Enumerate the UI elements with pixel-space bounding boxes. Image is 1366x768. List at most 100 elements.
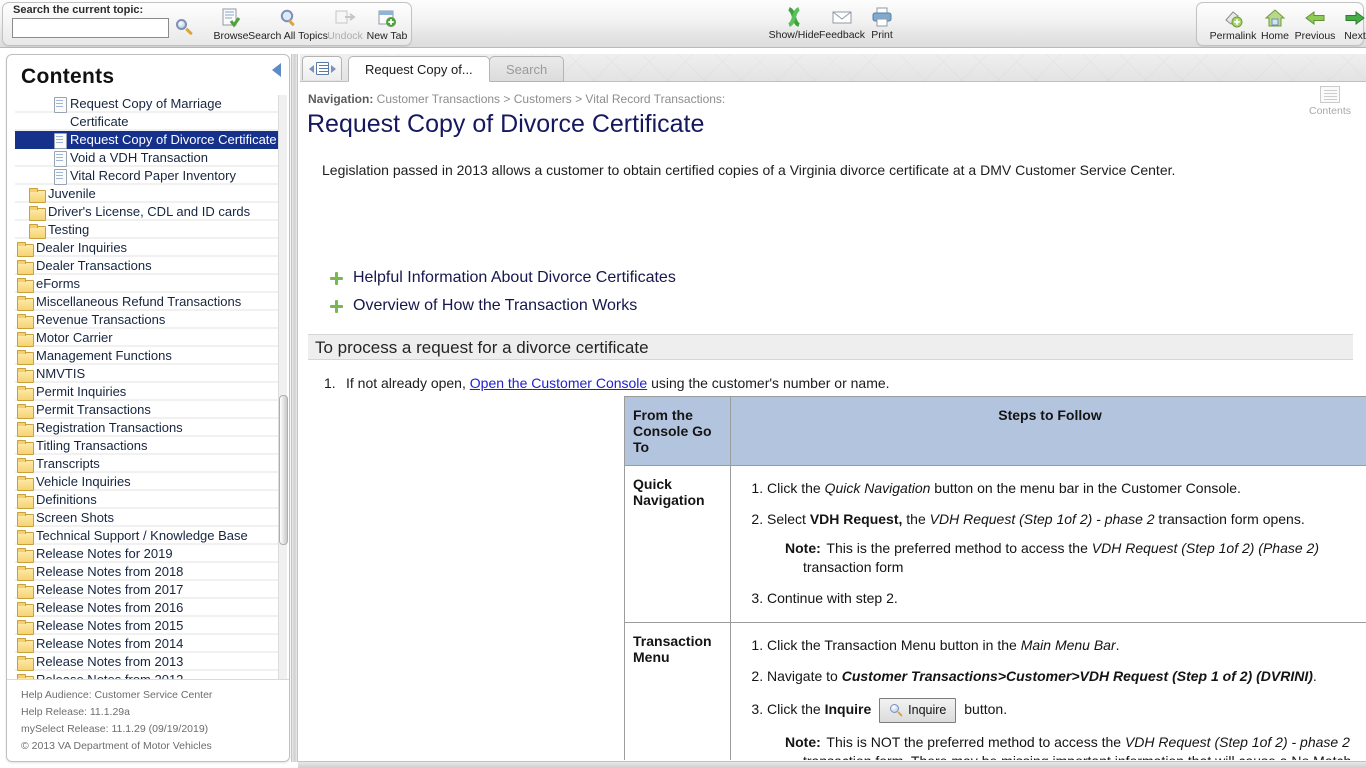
row-label-quick-navigation: Quick Navigation <box>624 465 731 623</box>
folder-icon <box>29 224 46 239</box>
folder-icon <box>17 458 34 473</box>
tree-item-dealer-inquiries[interactable]: Dealer Inquiries <box>15 239 283 257</box>
tree-item-request-copy-of-marriage-certificate[interactable]: Request Copy of Marriage Certificate <box>15 95 283 131</box>
tree-item-label: Dealer Inquiries <box>36 240 128 255</box>
folder-icon <box>17 296 34 311</box>
tree-item-release-notes-from-2014[interactable]: Release Notes from 2014 <box>15 635 283 653</box>
contents-tree-scroll-thumb[interactable] <box>279 395 288 545</box>
tree-item-registration-transactions[interactable]: Registration Transactions <box>15 419 283 437</box>
folder-icon <box>17 530 34 545</box>
sidebar-footer-line: © 2013 VA Department of Motor Vehicles <box>21 740 212 752</box>
breadcrumb: Navigation: Customer Transactions > Cust… <box>308 92 725 106</box>
list-item: Continue with step 2. <box>767 589 1359 608</box>
tree-item-label: Screen Shots <box>36 510 115 525</box>
toolbar-print-button[interactable]: Print <box>850 6 914 44</box>
tree-item-technical-support-knowledge-base[interactable]: Technical Support / Knowledge Base <box>15 527 283 545</box>
row-steps-transaction-menu: Click the Transaction Menu button in the… <box>730 622 1366 760</box>
section-heading: To process a request for a divorce certi… <box>315 338 649 357</box>
tree-item-label: Revenue Transactions <box>36 312 166 327</box>
tree-item-juvenile[interactable]: Juvenile <box>15 185 283 203</box>
contents-toggle-button[interactable]: Contents <box>1302 86 1358 117</box>
folder-icon <box>17 278 34 293</box>
search-go-icon[interactable] <box>175 19 193 37</box>
expander-overview[interactable]: Overview of How the Transaction Works <box>330 297 637 315</box>
contents-sidebar: Contents Request Copy of Marriage Certif… <box>6 54 290 762</box>
tree-item-transcripts[interactable]: Transcripts <box>15 455 283 473</box>
folder-icon <box>17 512 34 527</box>
breadcrumb-label: Navigation: <box>308 92 374 106</box>
step-one: 1. If not already open, Open the Customer… <box>324 375 1324 391</box>
tree-item-testing[interactable]: Testing <box>15 221 283 239</box>
tree-item-motor-carrier[interactable]: Motor Carrier <box>15 329 283 347</box>
search-icon <box>889 703 903 718</box>
breadcrumb-trail: Customer Transactions > Customers > Vita… <box>373 92 726 106</box>
contents-tree[interactable]: Request Copy of Marriage Certificate Requ… <box>15 95 283 735</box>
tree-item-label: Release Notes from 2015 <box>36 618 184 633</box>
tab-prev-arrow-icon[interactable] <box>308 64 314 73</box>
page-icon <box>53 169 67 185</box>
sidebar-footer-line: mySelect Release: 11.1.29 (09/19/2019) <box>21 723 209 735</box>
inquire-button[interactable]: Inquire <box>879 698 957 723</box>
horizontal-scrollbar[interactable] <box>298 761 1366 768</box>
list-item: Navigate to Customer Transactions>Custom… <box>767 667 1359 686</box>
tree-item-screen-shots[interactable]: Screen Shots <box>15 509 283 527</box>
sidebar-footer-line: Help Release: 11.1.29a <box>21 706 130 718</box>
open-customer-console-link[interactable]: Open the Customer Console <box>470 375 647 391</box>
tree-item-label: Release Notes for 2019 <box>36 546 173 561</box>
sidebar-footer: Help Audience: Customer Service Center He… <box>7 679 289 761</box>
tab-list-icon[interactable] <box>315 62 329 75</box>
toolbar-next-button[interactable]: Next <box>1323 7 1366 45</box>
tree-item-release-notes-from-2017[interactable]: Release Notes from 2017 <box>15 581 283 599</box>
toolbar-left-panel: Search the current topic: Browse Search … <box>2 2 412 46</box>
tree-item-miscellaneous-refund-transactions[interactable]: Miscellaneous Refund Transactions <box>15 293 283 311</box>
toolbar-new-tab-button[interactable]: New Tab <box>355 7 419 45</box>
search-input[interactable] <box>12 18 169 38</box>
folder-icon <box>17 584 34 599</box>
tab-request-copy[interactable]: Request Copy of... <box>348 56 490 82</box>
table-row: Transaction Menu Click the Transaction M… <box>624 622 1366 760</box>
tree-item-label: Dealer Transactions <box>36 258 152 273</box>
step-one-before: If not already open, <box>346 375 470 391</box>
tab-search[interactable]: Search <box>489 56 565 82</box>
page-icon <box>53 133 67 149</box>
folder-icon <box>17 242 34 257</box>
tree-item-eforms[interactable]: eForms <box>15 275 283 293</box>
tree-item-label: Request Copy of Divorce Certificate <box>70 132 277 147</box>
sidebar-splitter[interactable] <box>291 54 298 762</box>
note-quick-navigation: Note: This is the preferred method to ac… <box>785 540 1320 575</box>
tree-item-driver-s-license-cdl-and-id-cards[interactable]: Driver's License, CDL and ID cards <box>15 203 283 221</box>
tree-item-permit-inquiries[interactable]: Permit Inquiries <box>15 383 283 401</box>
tree-item-label: Juvenile <box>48 186 96 201</box>
tree-item-request-copy-of-divorce-certificate[interactable]: Request Copy of Divorce Certificate <box>15 131 283 149</box>
tree-item-release-notes-from-2013[interactable]: Release Notes from 2013 <box>15 653 283 671</box>
steps-list: Click the Transaction Menu button in the… <box>741 636 1359 760</box>
tree-item-release-notes-from-2016[interactable]: Release Notes from 2016 <box>15 599 283 617</box>
tree-item-vehicle-inquiries[interactable]: Vehicle Inquiries <box>15 473 283 491</box>
tree-item-definitions[interactable]: Definitions <box>15 491 283 509</box>
tree-item-revenue-transactions[interactable]: Revenue Transactions <box>15 311 283 329</box>
collapse-left-arrow-icon[interactable] <box>272 63 281 77</box>
tree-item-dealer-transactions[interactable]: Dealer Transactions <box>15 257 283 275</box>
tree-item-permit-transactions[interactable]: Permit Transactions <box>15 401 283 419</box>
tree-item-release-notes-from-2018[interactable]: Release Notes from 2018 <box>15 563 283 581</box>
tree-item-management-functions[interactable]: Management Functions <box>15 347 283 365</box>
expander-helpful-information[interactable]: Helpful Information About Divorce Certif… <box>330 269 676 287</box>
folder-icon <box>17 566 34 581</box>
tree-item-release-notes-for-2019[interactable]: Release Notes for 2019 <box>15 545 283 563</box>
folder-icon <box>17 368 34 383</box>
inquire-button-label: Inquire <box>908 703 947 717</box>
tree-item-void-a-vdh-transaction[interactable]: Void a VDH Transaction <box>15 149 283 167</box>
step-one-after: using the customer's number or name. <box>647 375 890 391</box>
folder-icon <box>17 476 34 491</box>
tree-item-nmvtis[interactable]: NMVTIS <box>15 365 283 383</box>
tab-list-nav[interactable] <box>302 56 342 80</box>
contents-tree-scrollbar[interactable] <box>278 95 288 735</box>
tab-next-arrow-icon[interactable] <box>330 64 336 73</box>
folder-icon <box>17 404 34 419</box>
tree-item-release-notes-from-2015[interactable]: Release Notes from 2015 <box>15 617 283 635</box>
tree-item-label: Permit Inquiries <box>36 384 127 399</box>
tree-item-vital-record-paper-inventory[interactable]: Vital Record Paper Inventory <box>15 167 283 185</box>
folder-icon <box>17 350 34 365</box>
list-item: Select VDH Request, the VDH Request (Ste… <box>767 510 1359 577</box>
tree-item-titling-transactions[interactable]: Titling Transactions <box>15 437 283 455</box>
